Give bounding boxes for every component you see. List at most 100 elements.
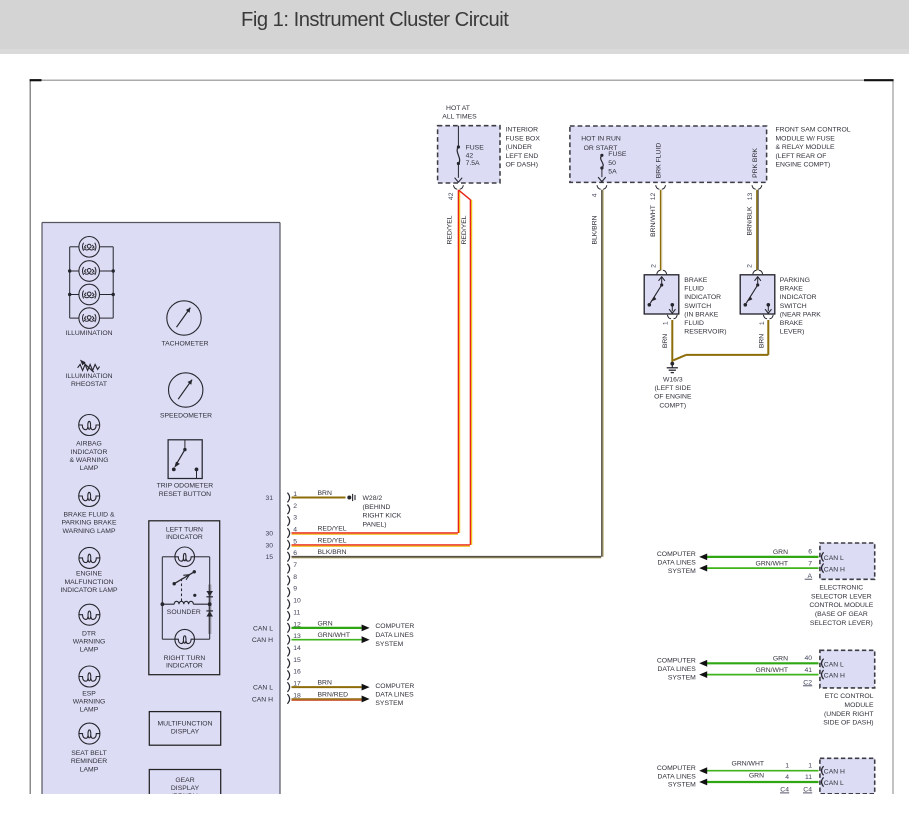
svg-text:CAN H: CAN H <box>252 696 273 703</box>
svg-text:11: 11 <box>293 609 300 616</box>
svg-text:GRN/WHT: GRN/WHT <box>732 761 764 768</box>
svg-text:(UNDER: (UNDER <box>506 144 533 151</box>
svg-text:BRN: BRN <box>318 490 332 497</box>
svg-text:SIDE OF DASH): SIDE OF DASH) <box>823 720 873 727</box>
svg-text:SYSTEM: SYSTEM <box>668 782 696 789</box>
svg-text:SYSTEM: SYSTEM <box>375 641 403 648</box>
svg-text:OF DASH): OF DASH) <box>506 162 538 169</box>
svg-text:31: 31 <box>265 495 273 502</box>
svg-text:ENGINE COMPT): ENGINE COMPT) <box>776 162 831 169</box>
svg-text:6: 6 <box>808 549 812 556</box>
svg-text:GEAR: GEAR <box>175 777 194 784</box>
svg-text:ILLUMINATION: ILLUMINATION <box>65 373 112 380</box>
svg-text:DATA LINES: DATA LINES <box>375 692 414 699</box>
svg-text:PARKING BRAKE: PARKING BRAKE <box>61 520 116 527</box>
svg-text:RHEOSTAT: RHEOSTAT <box>71 381 107 388</box>
svg-text:42: 42 <box>448 192 455 200</box>
svg-text:11: 11 <box>805 774 812 781</box>
svg-text:2: 2 <box>293 503 297 510</box>
svg-text:LAMP: LAMP <box>80 766 99 773</box>
svg-text:INDICATOR: INDICATOR <box>780 294 817 301</box>
svg-text:CAN H: CAN H <box>252 637 273 644</box>
svg-text:RESERVOIR): RESERVOIR) <box>684 329 726 336</box>
svg-text:DISPLAY: DISPLAY <box>171 785 200 792</box>
svg-text:DATA LINES: DATA LINES <box>658 560 697 567</box>
svg-text:RED/YEL: RED/YEL <box>461 215 468 244</box>
svg-text:ETC CONTROL: ETC CONTROL <box>825 693 874 700</box>
svg-text:CAN H: CAN H <box>824 567 845 574</box>
svg-text:SYSTEM: SYSTEM <box>375 700 403 707</box>
svg-text:1: 1 <box>785 762 789 769</box>
svg-text:ENGINE: ENGINE <box>76 571 103 578</box>
svg-text:BRN/RED: BRN/RED <box>318 691 349 698</box>
svg-text:14: 14 <box>293 645 301 652</box>
svg-text:ALL TIMES: ALL TIMES <box>442 114 477 121</box>
svg-text:INDICATOR: INDICATOR <box>684 294 721 301</box>
svg-text:INDICATOR: INDICATOR <box>166 534 203 541</box>
svg-text:4: 4 <box>592 193 599 197</box>
svg-text:(BEHIND: (BEHIND <box>363 504 391 511</box>
svg-text:COMPUTER: COMPUTER <box>657 551 696 558</box>
svg-text:BRN: BRN <box>662 334 669 348</box>
svg-text:LAMP: LAMP <box>80 707 99 714</box>
svg-text:GRN: GRN <box>773 655 788 662</box>
svg-text:CAN L: CAN L <box>824 661 844 668</box>
svg-text:SYSTEM: SYSTEM <box>668 675 696 682</box>
svg-text:15: 15 <box>293 657 301 664</box>
svg-text:W28/2: W28/2 <box>363 495 383 502</box>
svg-text:TACHOMETER: TACHOMETER <box>161 341 208 348</box>
svg-text:COMPT): COMPT) <box>659 402 686 409</box>
svg-text:LEFT TURN: LEFT TURN <box>166 526 203 533</box>
svg-text:BLK/BRN: BLK/BRN <box>318 549 347 556</box>
svg-text:7: 7 <box>808 560 812 567</box>
svg-text:MODULE: MODULE <box>844 702 874 709</box>
svg-text:RED/YEL: RED/YEL <box>447 215 454 244</box>
svg-text:SOUNDER: SOUNDER <box>167 609 201 616</box>
svg-text:SPEEDOMETER: SPEEDOMETER <box>160 412 212 419</box>
svg-text:& WARNING: & WARNING <box>69 457 108 464</box>
svg-text:BRN/BLK: BRN/BLK <box>746 206 753 236</box>
svg-text:DTR: DTR <box>82 630 96 637</box>
svg-text:10: 10 <box>293 598 301 605</box>
svg-text:WARNING LAMP: WARNING LAMP <box>63 528 116 535</box>
svg-text:(IN BRAKE: (IN BRAKE <box>684 311 718 318</box>
svg-text:HOT AT: HOT AT <box>446 105 470 112</box>
svg-text:LAMP: LAMP <box>80 647 99 654</box>
svg-text:(NEAR PARK: (NEAR PARK <box>780 311 822 318</box>
svg-text:W16/3: W16/3 <box>663 377 683 384</box>
svg-text:FRONT SAM CONTROL: FRONT SAM CONTROL <box>776 127 851 134</box>
svg-text:MODULE W/ FUSE: MODULE W/ FUSE <box>776 135 836 142</box>
svg-text:7: 7 <box>293 562 297 569</box>
svg-text:41: 41 <box>804 667 812 674</box>
svg-text:DATA LINES: DATA LINES <box>658 666 697 673</box>
svg-text:16: 16 <box>293 669 301 676</box>
svg-text:1: 1 <box>808 762 812 769</box>
svg-text:SYSTEM: SYSTEM <box>668 568 696 575</box>
svg-text:SEAT BELT: SEAT BELT <box>71 750 107 757</box>
svg-text:CAN L: CAN L <box>824 555 844 562</box>
svg-text:DATA LINES: DATA LINES <box>658 773 697 780</box>
svg-text:INDICATOR: INDICATOR <box>166 662 203 669</box>
svg-text:5A: 5A <box>608 168 617 175</box>
svg-text:FLUID: FLUID <box>684 320 704 327</box>
svg-text:SELECTOR LEVER): SELECTOR LEVER) <box>810 620 873 627</box>
svg-text:TRIP ODOMETER: TRIP ODOMETER <box>157 483 214 490</box>
svg-text:PARKING: PARKING <box>780 277 810 284</box>
svg-text:(LEFT REAR OF: (LEFT REAR OF <box>776 153 827 160</box>
svg-text:(BASE OF GEAR: (BASE OF GEAR <box>815 611 868 618</box>
svg-text:(UNDER RIGHT: (UNDER RIGHT <box>824 711 873 718</box>
svg-text:& RELAY MODULE: & RELAY MODULE <box>776 144 836 151</box>
svg-text:7.5A: 7.5A <box>466 160 480 167</box>
svg-text:2: 2 <box>650 264 657 268</box>
svg-text:HOT IN RUN: HOT IN RUN <box>581 136 621 143</box>
svg-text:LEVER): LEVER) <box>780 329 805 336</box>
svg-text:30: 30 <box>265 531 273 538</box>
svg-text:13: 13 <box>747 193 754 201</box>
svg-text:FUSE BOX: FUSE BOX <box>506 135 541 142</box>
svg-text:GRN: GRN <box>318 620 333 627</box>
svg-text:RED/YEL: RED/YEL <box>318 525 347 532</box>
svg-text:RED/YEL: RED/YEL <box>318 537 347 544</box>
svg-text:COMPUTER: COMPUTER <box>657 765 696 772</box>
svg-text:LEFT END: LEFT END <box>506 153 539 160</box>
svg-text:ESP: ESP <box>82 690 96 697</box>
